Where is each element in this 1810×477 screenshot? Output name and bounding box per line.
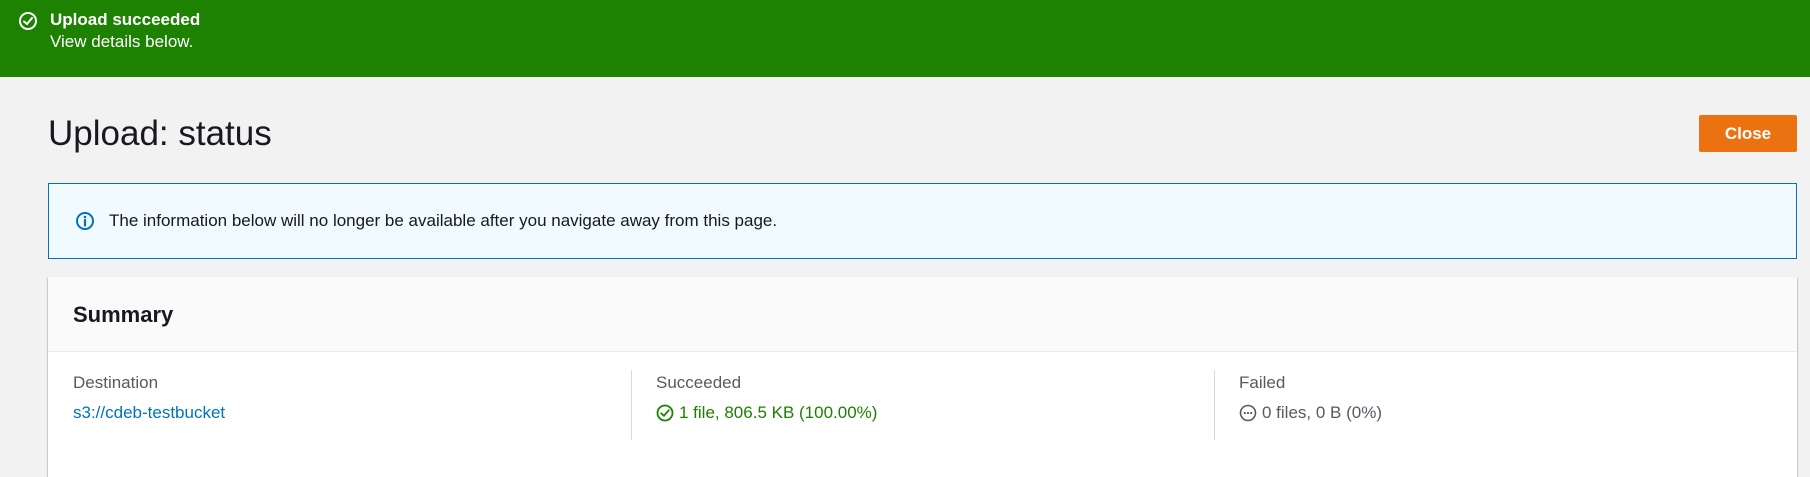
upload-success-flashbar: Upload succeeded View details below. (0, 0, 1810, 77)
summary-header: Summary (48, 277, 1797, 352)
info-alert-text: The information below will no longer be … (109, 211, 778, 230)
succeeded-status: 1 file, 806.5 KB (100.00%) (656, 402, 1214, 424)
info-icon (76, 212, 94, 230)
check-circle-icon (656, 404, 674, 422)
succeeded-column: Succeeded 1 file, 806.5 KB (100.00%) (631, 370, 1214, 440)
destination-label: Destination (73, 373, 159, 392)
destination-link[interactable]: s3://cdeb-testbucket (73, 402, 225, 424)
succeeded-value: 1 file, 806.5 KB (100.00%) (679, 403, 878, 422)
summary-title: Summary (73, 302, 174, 327)
close-button[interactable]: Close (1699, 115, 1797, 152)
summary-body: Destination s3://cdeb-testbucket Succeed… (48, 352, 1797, 440)
summary-container: Summary Destination s3://cdeb-testbucket… (48, 277, 1797, 477)
failed-value: 0 files, 0 B (0%) (1262, 403, 1382, 422)
flash-title: Upload succeeded (50, 10, 201, 29)
failed-status: 0 files, 0 B (0%) (1239, 402, 1797, 424)
check-circle-icon (19, 12, 37, 30)
ellipsis-circle-icon (1239, 404, 1257, 422)
destination-column: Destination s3://cdeb-testbucket (48, 372, 631, 424)
info-alert: The information below will no longer be … (48, 183, 1797, 259)
flash-message: View details below. (50, 32, 194, 51)
page-title: Upload: status (48, 114, 272, 153)
failed-label: Failed (1239, 373, 1286, 392)
succeeded-label: Succeeded (656, 373, 742, 392)
flash-content: Upload succeeded View details below. (50, 10, 200, 54)
failed-column: Failed 0 files, 0 B (0%) (1214, 370, 1797, 440)
